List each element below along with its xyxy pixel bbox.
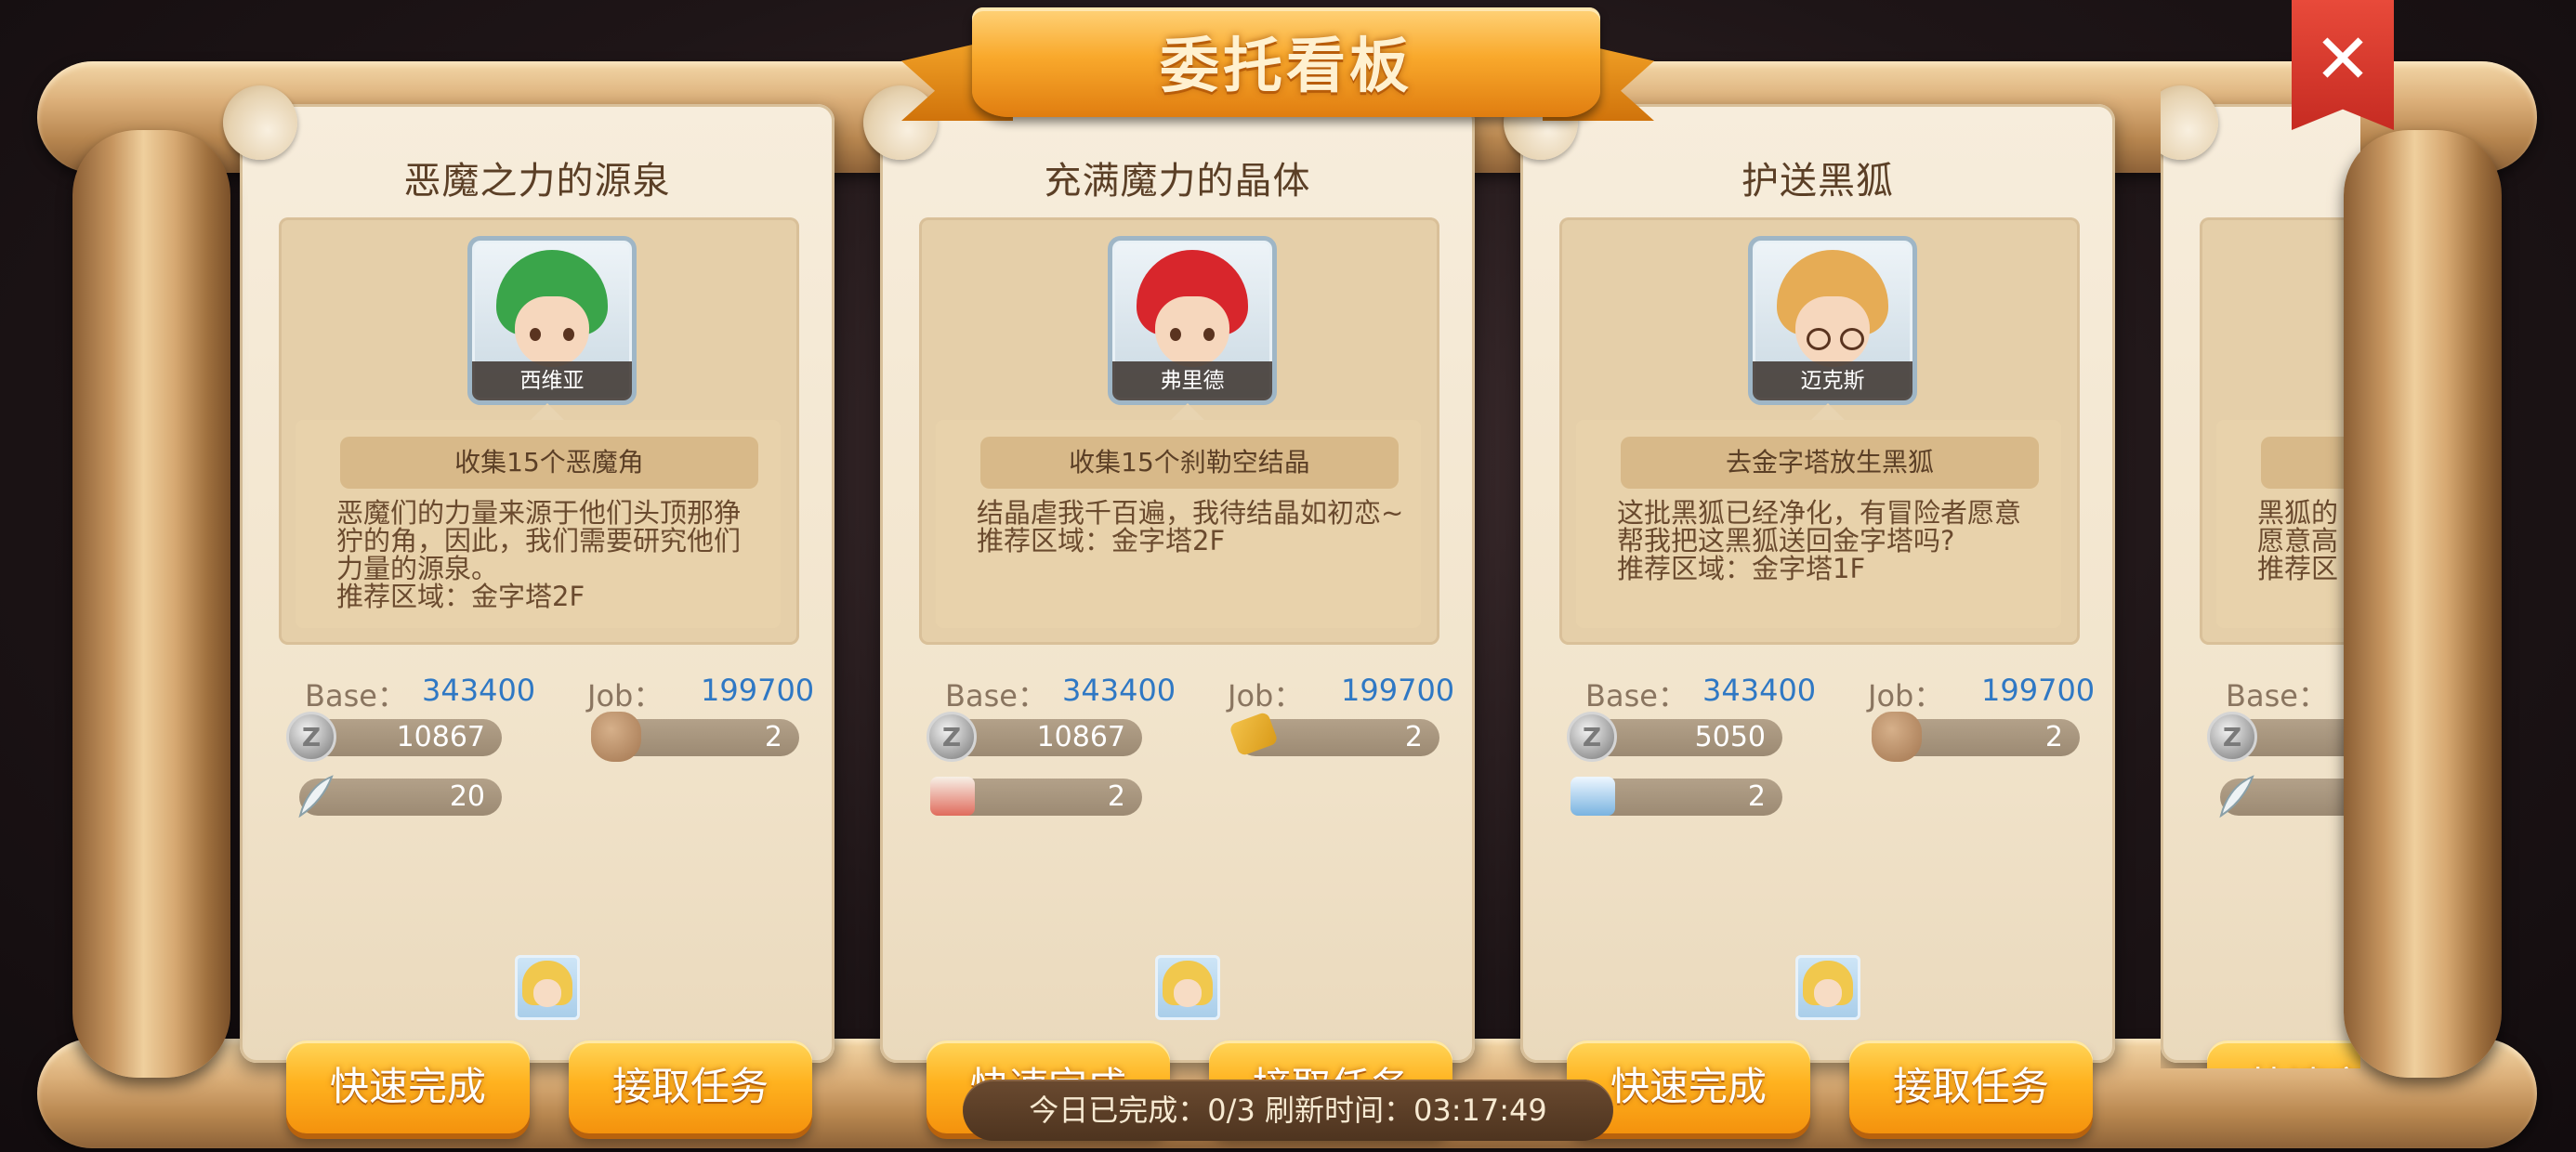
feather-icon (290, 771, 340, 821)
description-text: 这批黑狐已经净化，有冒险者愿意帮我把这黑狐送回金字塔吗? (1617, 497, 2022, 556)
npc-name: 迈克斯 (1753, 361, 1912, 400)
quest-description: 恶魔们的力量来源于他们头顶那狰狞的角，因此，我们需要研究他们力量的源泉。 推荐区… (336, 499, 764, 610)
base-exp-label: Base： (1585, 678, 1688, 713)
job-exp-label: Job： (587, 678, 664, 713)
right-scroll-column (2344, 130, 2502, 1078)
base-exp-value: 343400 (422, 673, 536, 708)
zeny-coin-icon: Z (2207, 712, 2257, 762)
npc-face (515, 296, 589, 367)
assistant-avatar (1795, 955, 1860, 1020)
job-exp-value: 199700 (1341, 673, 1455, 708)
item-bag-icon (591, 712, 641, 762)
quest-card-partial-clip: 黑狐的 愿意高 推荐区 Base： 3 7 Z 快速完 (2161, 84, 2360, 1068)
quick-complete-button[interactable]: 快速完 (2207, 1041, 2360, 1068)
quest-card: 充满魔力的晶体 弗里德 收集15个刹勒空结晶 结晶虐我千百遍，我待结晶如初恋~ … (863, 85, 1475, 1133)
base-exp-label: Base： (305, 678, 407, 713)
quest-objective: 收集15个刹勒空结晶 (980, 437, 1399, 489)
speech-pointer (1171, 403, 1204, 420)
quest-objective: 收集15个恶魔角 (340, 437, 758, 489)
scroll-curl (223, 85, 297, 160)
speech-pointer (1811, 403, 1845, 420)
avatar-face (1814, 979, 1842, 1007)
npc-face (1155, 296, 1229, 367)
close-icon: ✕ (2313, 20, 2372, 98)
npc-portrait: 迈克斯 (1748, 236, 1917, 405)
quest-card: 黑狐的 愿意高 推荐区 Base： 3 7 Z 快速完 (2161, 85, 2360, 1068)
base-exp-value: 343400 (1062, 673, 1176, 708)
npc-portrait: 弗里德 (1108, 236, 1277, 405)
zeny-coin-icon: Z (286, 712, 336, 762)
quick-complete-button[interactable]: 快速完成 (286, 1041, 530, 1133)
job-exp-label: Job： (1868, 678, 1944, 713)
assistant-avatar (1155, 955, 1220, 1020)
quest-description: 结晶虐我千百遍，我待结晶如初恋~ 推荐区域：金字塔2F (977, 499, 1404, 555)
quest-objective: 去金字塔放生黑狐 (1621, 437, 2039, 489)
page-title: 委托看板 (1160, 33, 1413, 101)
job-exp-label: Job： (1228, 678, 1304, 713)
blue-box-icon (1571, 777, 1615, 816)
job-exp-value: 199700 (1981, 673, 2096, 708)
quest-title: 护送黑狐 (1741, 160, 1894, 203)
job-exp-value: 199700 (701, 673, 815, 708)
npc-portrait: 西维亚 (467, 236, 637, 405)
zeny-coin-icon: Z (1567, 712, 1617, 762)
npc-name: 西维亚 (472, 361, 632, 400)
recommended-area: 推荐区域：金字塔2F (336, 581, 585, 612)
npc-name: 弗里德 (1112, 361, 1272, 400)
description-text: 结晶虐我千百遍，我待结晶如初恋~ (977, 497, 1404, 529)
avatar-face (533, 979, 561, 1007)
recommended-area: 推荐区域：金字塔2F (977, 525, 1226, 556)
assistant-avatar (515, 955, 580, 1020)
item-bag-icon (1872, 712, 1922, 762)
avatar-face (1174, 979, 1202, 1007)
feather-icon (2211, 771, 2261, 821)
left-scroll-column (72, 130, 230, 1078)
quest-title: 恶魔之力的源泉 (403, 160, 671, 203)
daily-status-bar: 今日已完成：0/3 刷新时间：03:17:49 (963, 1080, 1613, 1141)
scroll-curl (863, 85, 938, 160)
base-exp-label: Base： (945, 678, 1047, 713)
zeny-coin-icon: Z (927, 712, 977, 762)
description-text: 恶魔们的力量来源于他们头顶那狰狞的角，因此，我们需要研究他们力量的源泉。 (336, 497, 742, 584)
npc-eye (563, 328, 574, 341)
quest-card: 恶魔之力的源泉 西维亚 收集15个恶魔角 恶魔们的力量来源于他们头顶那狰狞的角，… (223, 85, 835, 1133)
quest-card: 护送黑狐 迈克斯 去金字塔放生黑狐 这批黑狐已经净化，有冒险者愿意帮我把这黑狐送… (1504, 85, 2115, 1133)
accept-quest-button[interactable]: 接取任务 (1849, 1041, 2093, 1133)
base-exp-value: 343400 (1702, 673, 1817, 708)
base-exp-label: Base： (2226, 678, 2328, 713)
gift-box-icon (930, 777, 975, 816)
npc-eye (1170, 328, 1181, 341)
speech-pointer (531, 403, 564, 420)
scroll-curl (2161, 85, 2218, 160)
quest-description: 这批黑狐已经净化，有冒险者愿意帮我把这黑狐送回金字塔吗? 推荐区域：金字塔1F (1617, 499, 2044, 583)
quest-title: 充满魔力的晶体 (1044, 160, 1311, 203)
npc-glasses (1840, 328, 1864, 350)
npc-eye (1203, 328, 1215, 341)
recommended-area: 推荐区域：金字塔1F (1617, 553, 1866, 584)
npc-eye (530, 328, 541, 341)
accept-quest-button[interactable]: 接取任务 (569, 1041, 812, 1133)
npc-glasses (1807, 328, 1831, 350)
